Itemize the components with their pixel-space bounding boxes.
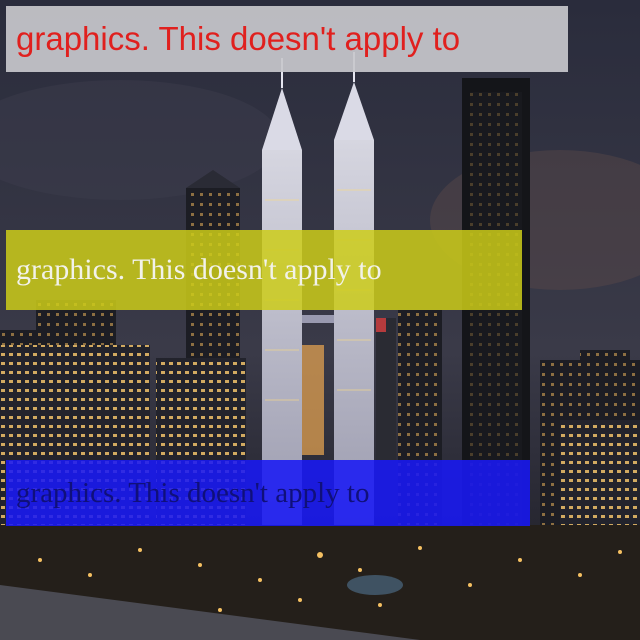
caption-bottom-text: graphics. This doesn't apply to xyxy=(16,476,370,509)
fountain-glow xyxy=(347,575,403,595)
caption-top-text: graphics. This doesn't apply to xyxy=(16,20,461,57)
caption-middle: graphics. This doesn't apply to xyxy=(6,230,522,310)
caption-top: graphics. This doesn't apply to xyxy=(6,6,568,72)
city-night-photo xyxy=(0,0,640,640)
caption-middle-text: graphics. This doesn't apply to xyxy=(16,253,382,286)
caption-bottom: graphics. This doesn't apply to xyxy=(6,460,530,526)
mid-building xyxy=(376,318,396,478)
